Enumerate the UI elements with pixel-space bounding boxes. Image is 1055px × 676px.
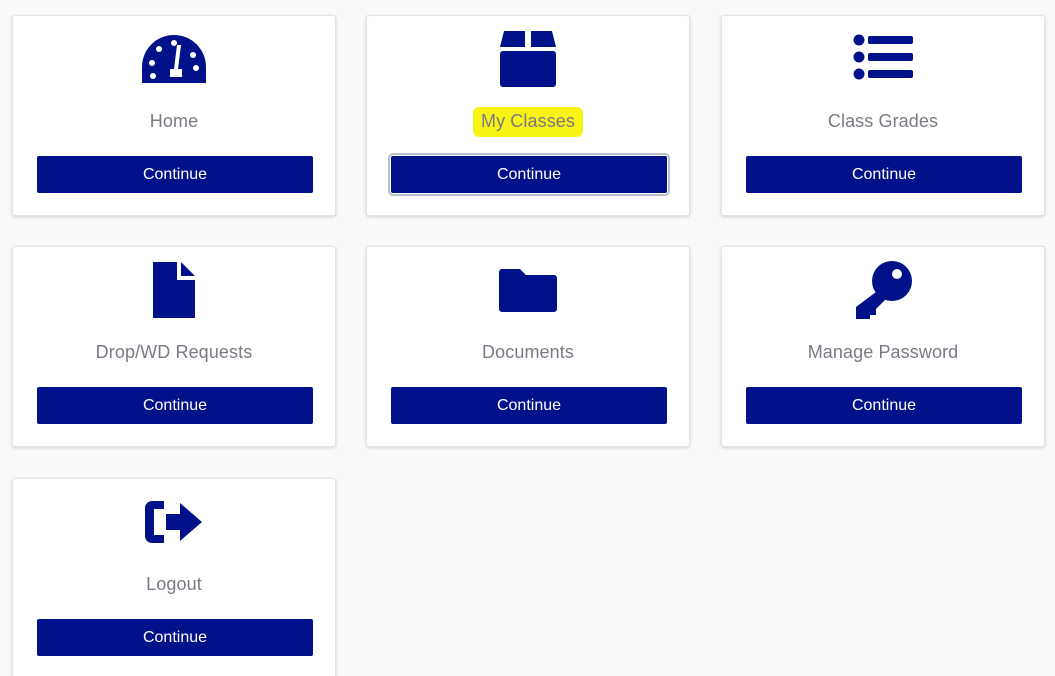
card-my-classes: My Classes Continue <box>366 15 690 216</box>
card-label: Class Grades <box>827 111 939 131</box>
continue-button-drop-wd[interactable]: Continue <box>37 387 313 424</box>
card-label: Drop/WD Requests <box>95 342 253 362</box>
card-drop-wd-requests: Drop/WD Requests Continue <box>12 246 336 447</box>
continue-button-documents[interactable]: Continue <box>391 387 667 424</box>
dashboard-grid: Home Continue My Classes Continue Class … <box>0 0 1055 676</box>
card-label: Home <box>149 111 199 131</box>
continue-button-logout[interactable]: Continue <box>37 619 313 656</box>
box-icon <box>493 24 563 94</box>
folder-icon <box>493 255 563 325</box>
card-home: Home Continue <box>12 15 336 216</box>
dashboard-icon <box>139 24 209 94</box>
card-label: Logout <box>146 574 202 594</box>
continue-button-manage-password[interactable]: Continue <box>746 387 1022 424</box>
list-icon <box>848 24 918 94</box>
card-logout: Logout Continue <box>12 478 336 676</box>
card-label: Manage Password <box>807 342 959 362</box>
continue-button-my-classes[interactable]: Continue <box>388 153 670 196</box>
logout-icon <box>139 487 209 557</box>
card-label: Documents <box>482 342 574 362</box>
card-manage-password: Manage Password Continue <box>721 246 1045 447</box>
continue-button-home[interactable]: Continue <box>37 156 313 193</box>
card-class-grades: Class Grades Continue <box>721 15 1045 216</box>
continue-button-class-grades[interactable]: Continue <box>746 156 1022 193</box>
file-icon <box>139 255 209 325</box>
key-icon <box>848 255 918 325</box>
card-label: My Classes <box>367 107 689 137</box>
card-documents: Documents Continue <box>366 246 690 447</box>
